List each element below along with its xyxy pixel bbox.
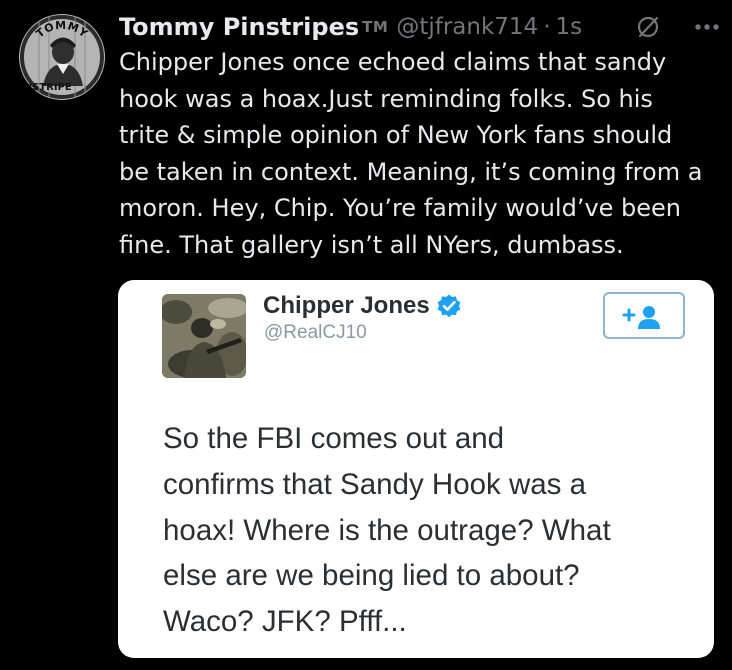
attached-image[interactable]: Chipper Jones @RealCJ10 So the FBI comes… [118, 280, 714, 658]
embedded-handle: @RealCJ10 [264, 322, 367, 343]
follow-button [603, 292, 685, 339]
embedded-text-line: So the FBI comes out and [163, 422, 505, 455]
embedded-display-name: Chipper Jones [263, 292, 430, 319]
tweet-header: Tommy Pinstripes TM @tjfrank714 · 1s [119, 10, 729, 44]
avatar[interactable]: TOMMY INSTRIPE [19, 14, 105, 100]
embedded-avatar [162, 294, 246, 378]
embedded-text-line: confirms that Sandy Hook was a [163, 467, 587, 501]
camouflage-photo [162, 294, 246, 378]
tweet-text-line: moron. Hey, Chip. You’re family would’ve… [119, 194, 682, 223]
tweet-text: Chipper Jones once echoed claims that sa… [119, 44, 732, 264]
tweet-text-line: trite & simple opinion of New York fans … [119, 121, 673, 150]
embedded-text-line: hoax! Where is the outrage? What [163, 513, 611, 547]
tweet[interactable]: TOMMY INSTRIPE Tommy Pinstripes TM @tjfr… [0, 0, 732, 670]
embedded-text-line: else are we being lied to about? [163, 559, 580, 593]
timestamp[interactable]: 1s [556, 14, 583, 40]
more-icon[interactable] [692, 13, 722, 41]
tweet-text-line: fine. That gallery isn’t all NYers, dumb… [119, 230, 624, 259]
separator-dot: · [543, 14, 551, 40]
display-name[interactable]: Tommy Pinstripes [119, 13, 359, 41]
user-handle[interactable]: @tjfrank714 [396, 14, 538, 40]
follow-icon [622, 305, 660, 329]
embedded-tweet-text: So the FBI comes out and confirms that S… [163, 416, 703, 645]
tweet-text-line: Chipper Jones once echoed claims that sa… [119, 48, 667, 76]
name-badge: TM [362, 18, 389, 36]
embedded-text-line: Waco? JFK? Pfff... [163, 605, 407, 639]
avatar-image: TOMMY INSTRIPE [19, 14, 105, 100]
tweet-text-line: be taken in context. Meaning, it’s comin… [119, 157, 703, 186]
grok-icon[interactable] [636, 15, 660, 39]
verified-badge-icon [437, 294, 461, 318]
avatar-side-text: INSTRIPE [20, 82, 72, 93]
tweet-text-line: hook was a hoax.Just reminding folks. So… [119, 84, 653, 113]
